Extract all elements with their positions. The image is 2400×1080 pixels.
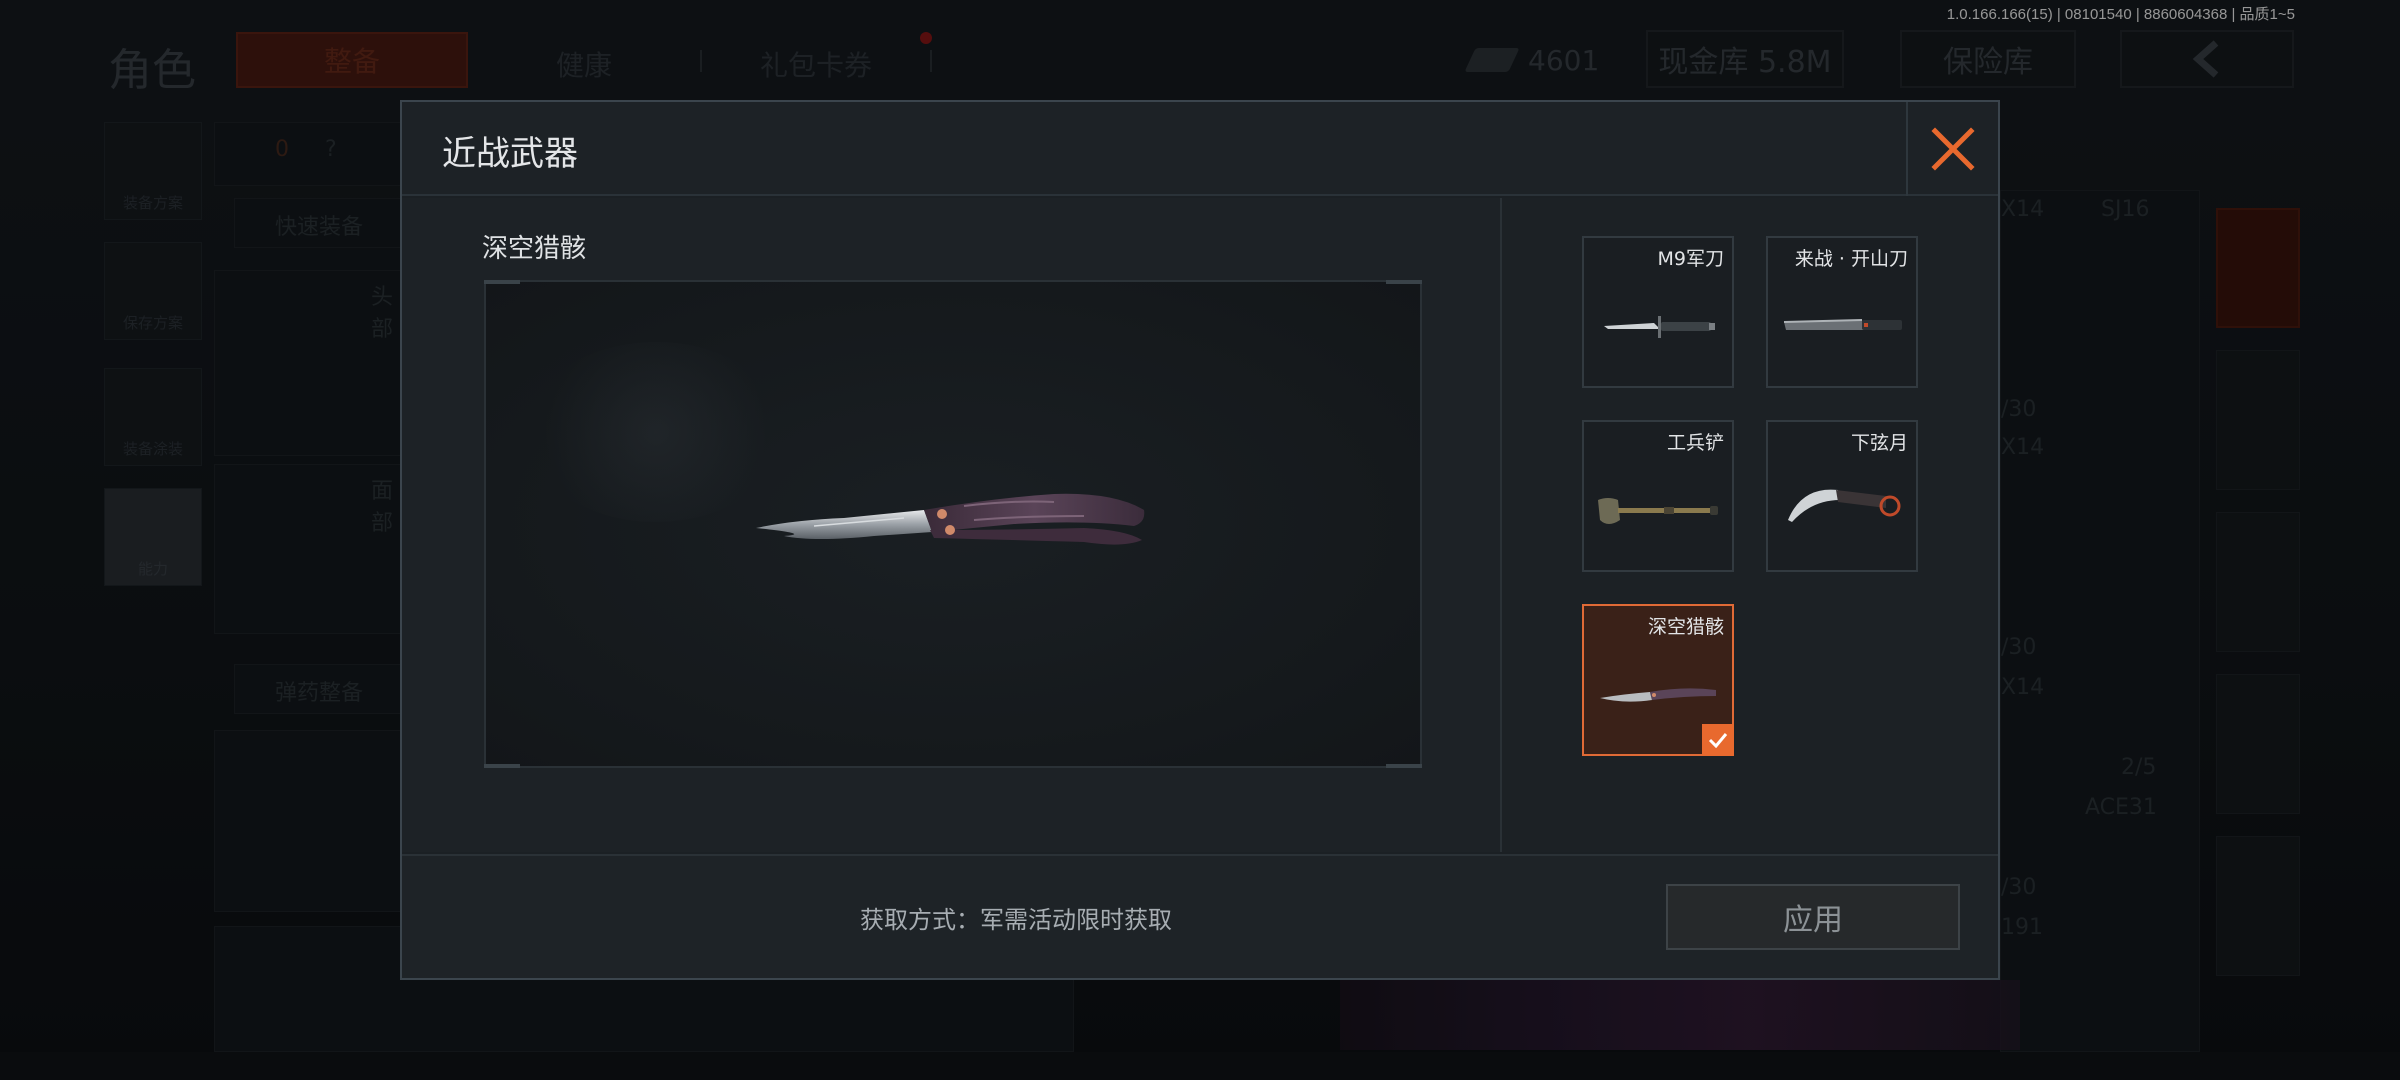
weapon-name: 工兵铲: [1666, 432, 1724, 454]
karambit-icon: [1788, 489, 1901, 522]
weapon-card[interactable]: 来战 · 开山刀: [1766, 236, 1918, 388]
dialog-header: 近战武器: [402, 102, 1998, 196]
butterfly-knife-icon: [756, 493, 1145, 545]
weapon-name: 来战 · 开山刀: [1794, 248, 1908, 270]
acquire-method-text: 获取方式：军需活动限时获取: [860, 906, 1172, 934]
close-icon: [1931, 127, 1975, 171]
weapon-grid: M9军刀 来战 · 开山刀 工兵铲 下弦月 深空猎骸: [1502, 198, 1998, 852]
weapon-card-selected[interactable]: 深空猎骸: [1582, 604, 1734, 756]
butterfly-knife-icon: [1600, 688, 1716, 702]
preview-weapon-name: 深空猎骸: [482, 234, 587, 264]
weapon-card[interactable]: M9军刀: [1582, 236, 1734, 388]
weapon-name: M9军刀: [1657, 248, 1724, 270]
weapon-name: 下弦月: [1850, 432, 1908, 454]
bayonet-icon: [1604, 316, 1715, 338]
weapon-name: 深空猎骸: [1647, 616, 1724, 638]
selected-check-icon: [1702, 724, 1734, 756]
dialog-title: 近战武器: [442, 134, 578, 174]
melee-weapon-dialog: 近战武器 深空猎骸 M9军刀 来战 · 开山刀 工兵铲 下弦月 深空猎骸 获取方…: [400, 100, 2000, 980]
preview-area: 深空猎骸: [402, 198, 1500, 852]
weapon-card[interactable]: 下弦月: [1766, 420, 1918, 572]
machete-icon: [1783, 319, 1902, 330]
weapon-preview[interactable]: [484, 280, 1422, 768]
shovel-icon: [1598, 498, 1718, 524]
bottom-bar: [0, 1052, 2400, 1080]
close-button[interactable]: [1906, 102, 1998, 196]
dialog-footer: 获取方式：军需活动限时获取 应用: [402, 854, 1998, 978]
weapon-card[interactable]: 工兵铲: [1582, 420, 1734, 572]
watermark-logo: [526, 342, 786, 522]
apply-button[interactable]: 应用: [1666, 884, 1960, 950]
